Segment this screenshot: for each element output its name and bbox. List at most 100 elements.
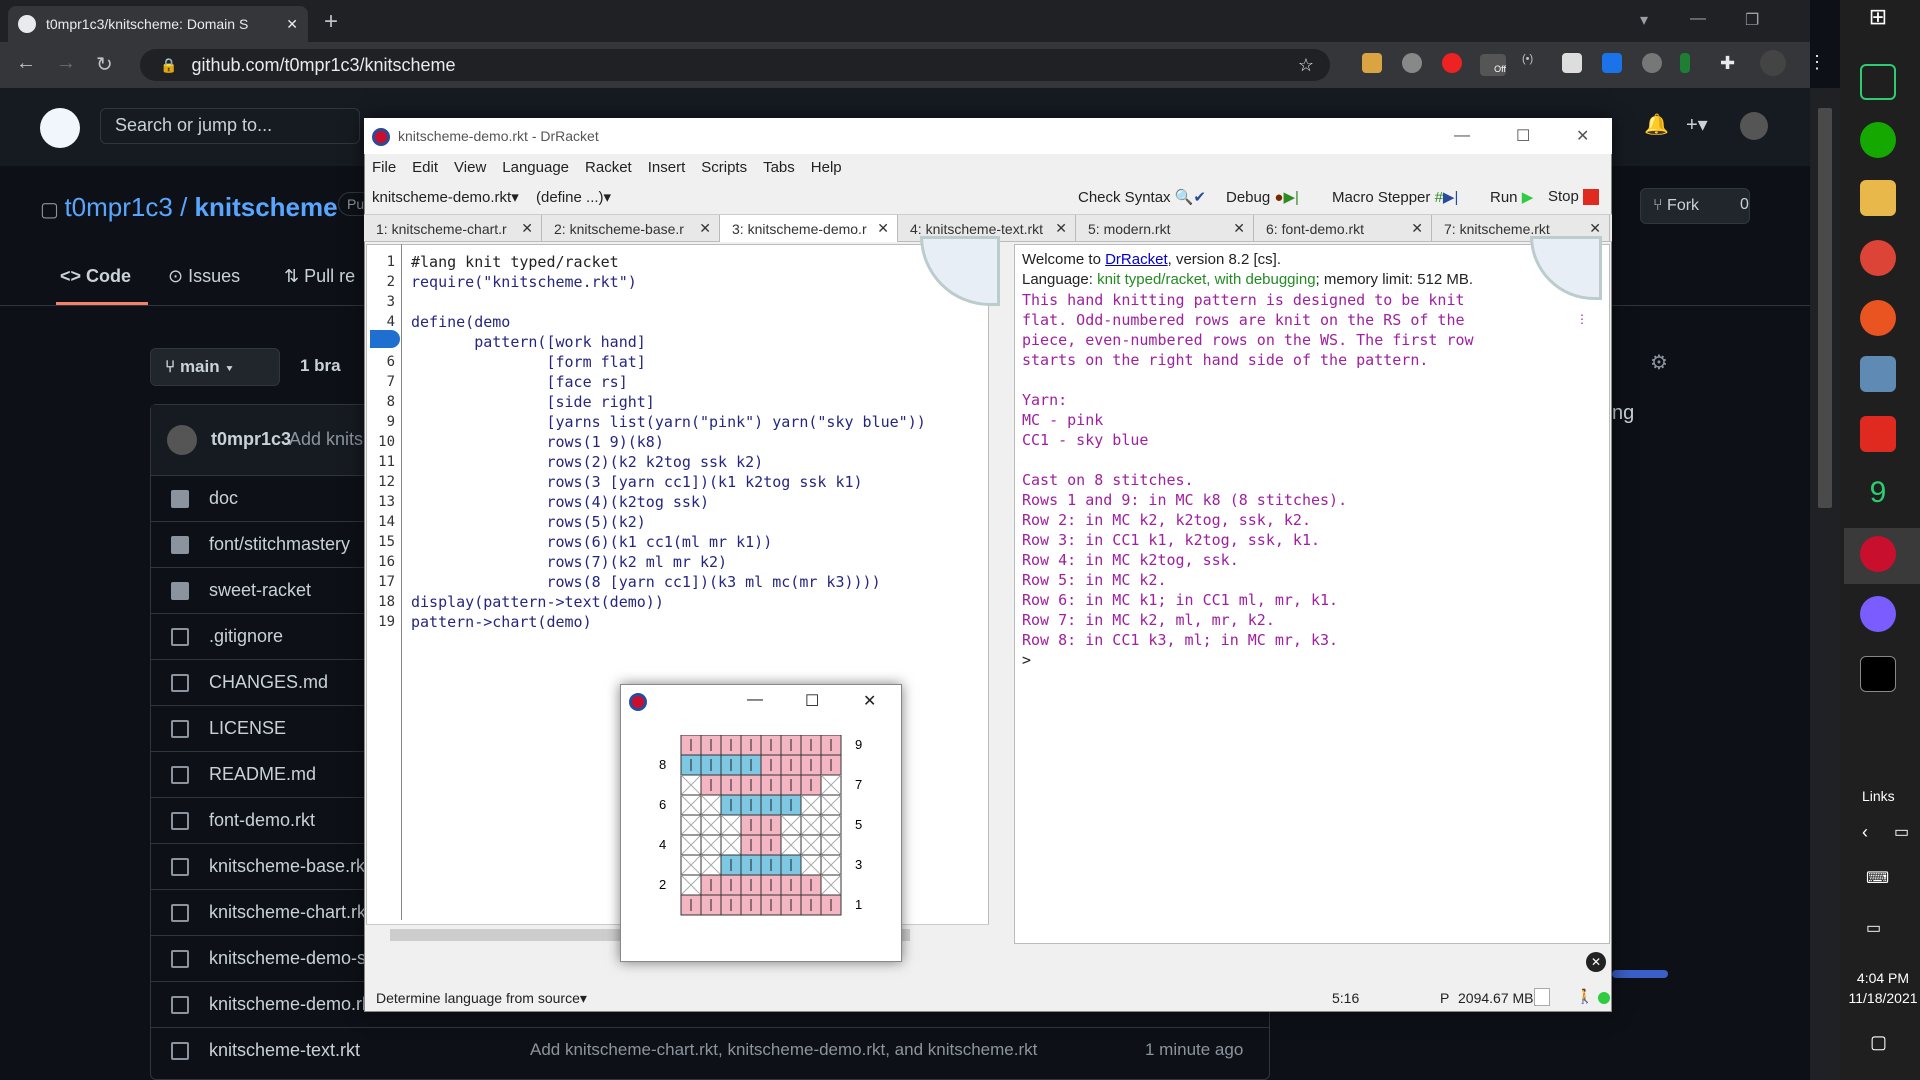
- terminal-icon[interactable]: [1860, 656, 1896, 692]
- app-icon[interactable]: [1860, 64, 1896, 100]
- profile-avatar[interactable]: [1760, 50, 1786, 76]
- file-name[interactable]: .gitignore: [209, 626, 283, 647]
- browser-tab[interactable]: t0mpr1c3/knitscheme: Domain S ✕: [8, 6, 308, 42]
- notification-icon[interactable]: ▢: [1870, 1032, 1887, 1053]
- bell-icon[interactable]: 🔔: [1644, 112, 1669, 137]
- keyboard-icon[interactable]: ⌨: [1866, 868, 1889, 888]
- dr-close-icon[interactable]: ✕: [1576, 126, 1589, 146]
- last-commit-message[interactable]: Add knitscheme-chart.rkt, knitscheme-dem…: [530, 1040, 1037, 1060]
- menu-racket[interactable]: Racket: [585, 159, 632, 176]
- upwork-icon[interactable]: [1860, 122, 1896, 158]
- reload-icon[interactable]: ↻: [96, 52, 113, 77]
- drracket-link[interactable]: DrRacket: [1105, 251, 1168, 268]
- star-icon[interactable]: ☆: [1298, 55, 1314, 76]
- links-label[interactable]: Links: [1862, 788, 1895, 804]
- repo-owner-link[interactable]: t0mpr1c3: [64, 192, 172, 222]
- search-input[interactable]: Search or jump to...: [100, 108, 360, 144]
- file-name[interactable]: LICENSE: [209, 718, 286, 739]
- pdf-icon[interactable]: [1860, 416, 1896, 452]
- tab-close-icon[interactable]: ✕: [521, 220, 541, 237]
- clock-time[interactable]: 4:04 PM: [1846, 970, 1920, 986]
- file-name[interactable]: knitscheme-demo-s: [209, 948, 366, 969]
- branch-selector[interactable]: ⑂ main ▾: [150, 348, 280, 386]
- file-name[interactable]: CHANGES.md: [209, 672, 328, 693]
- page-scrollbar[interactable]: [1810, 88, 1840, 1080]
- tab-close-icon[interactable]: ✕: [1233, 220, 1253, 237]
- file-name[interactable]: knitscheme-chart.rk: [209, 902, 366, 923]
- adblock-icon[interactable]: [1402, 53, 1422, 73]
- gear-icon[interactable]: ⚙: [1650, 350, 1668, 375]
- windows-start-icon[interactable]: ⊞: [1860, 4, 1896, 40]
- file-name[interactable]: font/stitchmastery: [209, 534, 350, 555]
- language-selector[interactable]: Determine language from source▾: [376, 990, 587, 1007]
- define-dropdown[interactable]: (define ...)▾: [536, 188, 611, 206]
- check-syntax-button[interactable]: Check Syntax 🔍✔: [1078, 188, 1206, 206]
- menu-edit[interactable]: Edit: [412, 159, 438, 176]
- network-icon[interactable]: ▭: [1894, 822, 1909, 842]
- menu-help[interactable]: Help: [811, 159, 842, 176]
- drop-icon[interactable]: [1860, 596, 1896, 632]
- tab-close-icon[interactable]: ✕: [699, 220, 719, 237]
- close-icon[interactable]: ✕: [286, 16, 298, 33]
- back-icon[interactable]: ←: [16, 52, 36, 75]
- new-tab-button[interactable]: +: [324, 8, 338, 36]
- run-button[interactable]: Run ▶: [1490, 188, 1533, 206]
- s-extension-icon[interactable]: [1602, 53, 1622, 73]
- broadcast-icon[interactable]: (•): [1522, 53, 1542, 73]
- editor-tab-1[interactable]: 1: knitscheme-chart.r ✕: [364, 215, 542, 242]
- ubuntu-icon[interactable]: [1860, 300, 1896, 336]
- tab-pull-requests[interactable]: ⇅ Pull re: [284, 266, 355, 287]
- menu-file[interactable]: File: [372, 159, 396, 176]
- nine-icon[interactable]: 9: [1860, 476, 1896, 512]
- menu-tabs[interactable]: Tabs: [763, 159, 795, 176]
- dr-maximize-icon[interactable]: ☐: [1516, 126, 1530, 146]
- user-avatar[interactable]: [1740, 112, 1768, 140]
- virtualbox-icon[interactable]: [1860, 356, 1896, 392]
- eye-extension-icon[interactable]: [1642, 53, 1662, 73]
- menu-language[interactable]: Language: [502, 159, 569, 176]
- tab-close-icon[interactable]: ✕: [1589, 220, 1609, 237]
- file-name[interactable]: knitscheme-text.rkt: [209, 1040, 360, 1061]
- drracket-icon[interactable]: [1860, 536, 1896, 572]
- editor-vscrollbar[interactable]: [990, 244, 1012, 924]
- menu-scripts[interactable]: Scripts: [701, 159, 747, 176]
- editor-tab-2[interactable]: 2: knitscheme-base.r ✕: [542, 215, 720, 242]
- close-pane-icon[interactable]: ✕: [1586, 952, 1606, 972]
- editor-tab-5[interactable]: 5: modern.rkt ✕: [1076, 215, 1254, 242]
- minimize-icon[interactable]: —: [1690, 10, 1706, 28]
- file-name[interactable]: font-demo.rkt: [209, 810, 315, 831]
- commit-message[interactable]: Add knits: [289, 429, 363, 450]
- chrome-icon[interactable]: [1860, 240, 1896, 276]
- debug-button[interactable]: Debug ●▶|: [1226, 188, 1299, 206]
- tab-close-icon[interactable]: ✕: [877, 220, 897, 237]
- tab-issues[interactable]: ⊙ Issues: [168, 266, 240, 287]
- file-name[interactable]: doc: [209, 488, 238, 509]
- tab-close-icon[interactable]: ✕: [1411, 220, 1431, 237]
- extension-icon[interactable]: [1362, 53, 1382, 73]
- file-name[interactable]: knitscheme-base.rkt: [209, 856, 370, 877]
- restore-icon[interactable]: ❐: [1745, 10, 1759, 30]
- menu-insert[interactable]: Insert: [648, 159, 686, 176]
- commit-author[interactable]: t0mpr1c3: [211, 429, 291, 450]
- tab-search-icon[interactable]: ▾: [1640, 10, 1648, 30]
- file-name[interactable]: sweet-racket: [209, 580, 311, 601]
- tab-close-icon[interactable]: ✕: [1055, 220, 1075, 237]
- repo-name-link[interactable]: knitscheme: [195, 192, 338, 222]
- address-bar[interactable]: 🔒 github.com/t0mpr1c3/knitscheme ☆: [140, 49, 1330, 81]
- leaf-extension-icon[interactable]: [1680, 53, 1690, 73]
- chart-close-icon[interactable]: ✕: [863, 691, 876, 711]
- github-logo-icon[interactable]: [40, 108, 80, 148]
- memory-usage[interactable]: 2094.67 MB: [1458, 990, 1534, 1006]
- clock-date[interactable]: 11/18/2021: [1846, 990, 1920, 1006]
- file-name[interactable]: knitscheme-demo.rk: [209, 994, 371, 1015]
- stop-button[interactable]: Stop: [1548, 188, 1600, 206]
- dr-minimize-icon[interactable]: —: [1454, 127, 1470, 145]
- menu-icon[interactable]: ⋮: [1808, 52, 1826, 73]
- editor-tab-6[interactable]: 6: font-demo.rkt ✕: [1254, 215, 1432, 242]
- puzzle-icon[interactable]: ✚: [1720, 53, 1740, 73]
- macro-stepper-button[interactable]: Macro Stepper #▶|: [1332, 188, 1458, 206]
- branch-count[interactable]: 1 bra: [300, 356, 341, 376]
- chevron-left-icon[interactable]: ‹: [1862, 822, 1868, 843]
- shield-icon[interactable]: [1442, 53, 1462, 73]
- off-extension-icon[interactable]: Off: [1480, 54, 1506, 76]
